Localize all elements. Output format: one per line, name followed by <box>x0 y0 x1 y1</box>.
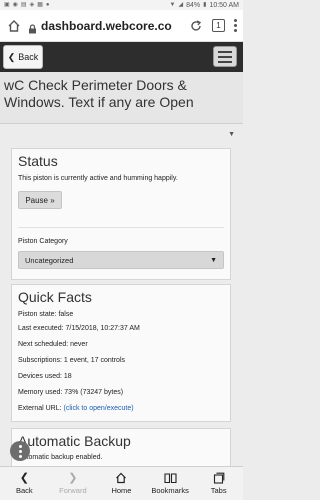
backup-heading: Automatic Backup <box>18 433 131 449</box>
nav-tabs[interactable]: Tabs <box>194 467 243 500</box>
nav-back[interactable]: ❮ Back <box>0 467 49 500</box>
external-url-label: External URL: <box>18 405 64 412</box>
last-executed: Last executed: 7/15/2018, 10:27:37 AM <box>18 325 140 332</box>
app-header: ❮ Back <box>0 42 243 72</box>
nav-tabs-label: Tabs <box>210 486 227 495</box>
home-icon[interactable] <box>6 18 22 34</box>
nav-home-label: Home <box>111 486 132 495</box>
back-button[interactable]: ❮ Back <box>3 45 43 69</box>
status-panel: Status This piston is currently active a… <box>11 148 231 280</box>
notification-icon: ● <box>45 2 50 8</box>
nav-bookmarks-label: Bookmarks <box>151 486 189 495</box>
hamburger-icon <box>218 50 232 53</box>
notification-icon: ▦ <box>37 2 43 8</box>
arrow-left-icon: ❮ <box>19 472 29 484</box>
pause-button[interactable]: Pause » <box>18 191 62 209</box>
external-url-link[interactable]: (click to open/execute) <box>64 405 134 412</box>
nav-forward-label: Forward <box>59 486 87 495</box>
browser-bottom-nav: ❮ Back ❯ Forward Home Bookmarks Tabs <box>0 466 243 500</box>
category-label: Piston Category <box>18 238 68 245</box>
page-title-bar: wC Check Perimeter Doors & Windows. Text… <box>0 72 243 124</box>
battery-icon: ▮ <box>203 2 207 8</box>
divider <box>18 227 224 228</box>
devices-used: Devices used: 18 <box>18 373 72 380</box>
notification-icon: ◈ <box>29 2 35 8</box>
chevron-left-icon: ❮ <box>7 51 16 62</box>
tab-switcher-button[interactable]: 1 <box>212 19 225 32</box>
piston-state: Piston state: false <box>18 311 74 318</box>
caret-down-icon: ▼ <box>210 256 217 264</box>
bookmarks-icon <box>164 472 177 484</box>
status-bar: ▣ ◉ ▤ ◈ ▦ ● ▼ ◢ 84% ▮ 10:50 AM <box>0 0 243 10</box>
back-button-label: Back <box>18 52 39 62</box>
tabs-icon <box>213 472 225 484</box>
clock: 10:50 AM <box>209 1 239 9</box>
nav-back-label: Back <box>15 486 33 495</box>
quick-facts-panel: Quick Facts Piston state: false Last exe… <box>11 284 231 422</box>
page-title: wC Check Perimeter Doors & Windows. Text… <box>4 77 194 110</box>
notification-icon: ◉ <box>12 2 18 8</box>
collapse-caret-icon[interactable]: ▼ <box>228 131 235 138</box>
nav-home[interactable]: Home <box>97 467 146 500</box>
external-url-row: External URL: (click to open/execute) <box>18 405 134 412</box>
browser-url-bar: dashboard.webcore.co 1 <box>0 10 243 42</box>
menu-button[interactable] <box>213 46 237 67</box>
category-select[interactable]: Uncategorized ▼ <box>18 251 224 269</box>
wifi-icon: ▼ <box>169 2 176 8</box>
quick-facts-heading: Quick Facts <box>18 289 92 305</box>
next-scheduled: Next scheduled: never <box>18 341 88 348</box>
status-text: This piston is currently active and humm… <box>18 175 178 182</box>
url-field[interactable]: dashboard.webcore.co <box>41 19 172 33</box>
lock-icon <box>28 21 37 33</box>
category-select-value: Uncategorized <box>25 255 74 265</box>
subscriptions: Subscriptions: 1 event, 17 controls <box>18 357 126 364</box>
arrow-right-icon: ❯ <box>68 472 78 484</box>
notification-icon: ▤ <box>20 2 27 8</box>
nav-forward[interactable]: ❯ Forward <box>49 467 98 500</box>
home-icon <box>115 472 127 484</box>
battery-level: 84% <box>186 1 201 9</box>
memory-used: Memory used: 73% (73247 bytes) <box>18 389 124 396</box>
overflow-menu-icon[interactable] <box>233 19 237 32</box>
signal-icon: ◢ <box>178 2 184 8</box>
status-heading: Status <box>18 153 58 169</box>
nav-bookmarks[interactable]: Bookmarks <box>146 467 195 500</box>
reload-icon[interactable] <box>188 18 204 34</box>
floating-menu-button[interactable] <box>10 441 30 461</box>
notification-icon: ▣ <box>4 2 10 8</box>
notification-icons: ▣ ◉ ▤ ◈ ▦ ● <box>4 1 50 9</box>
backup-text: Automatic backup enabled. <box>18 454 103 461</box>
